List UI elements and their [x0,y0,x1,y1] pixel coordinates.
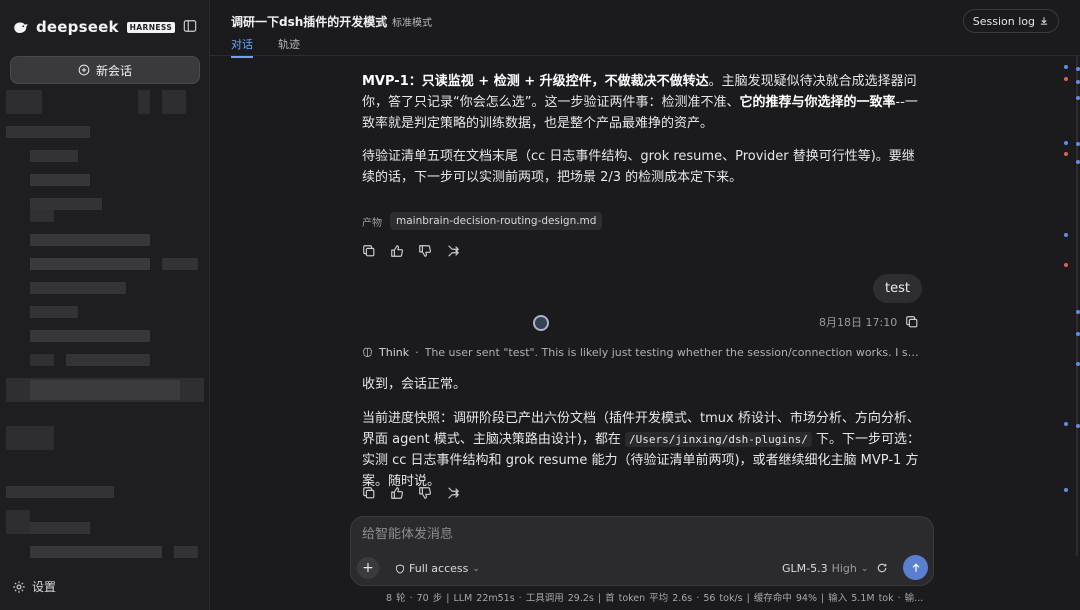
new-chat-label: 新会话 [95,63,132,78]
session-log-label: Session log [972,14,1035,28]
branch-button[interactable] [446,486,460,500]
copy-button[interactable] [362,244,376,258]
thumbs-up-icon [391,487,403,499]
brand-name: deepseek [36,18,119,36]
model-name: GLM-5.3 [782,562,828,575]
gear-icon [13,580,25,593]
thumbs-down-button[interactable] [418,244,432,258]
thumbs-down-icon [419,487,431,499]
plus-circle-icon [78,64,90,76]
thumbs-up-button[interactable] [390,244,404,258]
download-icon [1040,17,1048,25]
thumbs-up-icon [391,245,403,257]
mode-indicator[interactable]: 标准模式 [378,14,432,29]
send-button[interactable] [903,555,928,580]
sidebar-toggle-icon[interactable] [183,19,197,33]
conversation-history-redacted[interactable] [0,88,210,568]
user-copy-button[interactable] [905,315,919,329]
model-level: High [831,562,857,575]
artifact-row: 产物 mainbrain-decision-routing-design.md [362,212,603,230]
brain-icon [362,347,373,358]
mode-label: 标准模式 [392,18,432,29]
user-message-bubble: test [873,274,922,303]
scroll-markers [1060,56,1080,576]
inline-code-path: /Users/jinxing/dsh-plugins/ [625,432,812,447]
rocket-icon [379,16,387,25]
brand[interactable]: deepseek HARNESS [12,18,176,36]
new-chat-button[interactable]: 新会话 [10,56,200,84]
message-actions [362,244,460,258]
refresh-icon[interactable] [876,562,888,574]
think-label: Think [379,346,410,359]
status-bar: 8 轮 · 70 步 | LLM 22m51s · 工具调用 29.2s | 首… [386,593,924,604]
copy-icon [363,487,375,499]
sidebar: deepseek HARNESS 新会话 设置 [0,0,210,610]
access-selector[interactable]: Full access ⌄ [395,562,480,575]
tab-trajectory[interactable]: 轨迹 [278,36,300,56]
thumbs-down-icon [419,245,431,257]
artifact-label: 产物 [362,217,382,229]
session-log-button[interactable]: Session log [962,9,1059,33]
whale-logo-icon [14,22,28,33]
mvp-bold: 只读监视 + 检测 + 升级控件，不做裁决不做转达 [421,74,709,89]
think-text: The user sent "test". This is likely jus… [424,346,922,359]
thumbs-up-button[interactable] [390,486,404,500]
access-label: Full access [409,562,469,575]
copy-button[interactable] [362,486,376,500]
tab-chat[interactable]: 对话 [231,36,253,58]
assistant-message-paragraph-2: 待验证清单五项在文档末尾（cc 日志事件结构、grok resume、Provi… [362,149,915,185]
plus-icon: + [362,560,374,576]
copy-icon [906,316,918,328]
chevron-down-icon: ⌄ [860,563,869,574]
assistant-reply-line-1: 收到，会话正常。 [362,377,467,392]
settings-button[interactable]: 设置 [12,578,56,595]
model-selector[interactable]: GLM-5.3 High ⌄ [782,562,868,575]
artifact-file-chip[interactable]: mainbrain-decision-routing-design.md [390,212,603,230]
attach-button[interactable]: + [357,557,379,579]
arrow-up-icon [912,562,919,572]
branch-icon [448,487,460,499]
assistant-reply-paragraph: 当前进度快照：调研阶段已产出六份文档（插件开发模式、tmux 桥设计、市场分析、… [362,408,922,492]
branch-button[interactable] [446,244,460,258]
message-actions-2 [362,486,460,500]
think-separator: · [415,346,419,359]
page-title: 调研一下dsh插件的开发模式 [231,15,388,29]
think-summary[interactable]: Think · The user sent "test". This is li… [362,346,922,359]
brand-badge: HARNESS [126,21,176,33]
thumbs-down-button[interactable] [418,486,432,500]
mvp-bold-2: 它的推荐与你选择的一致率 [739,95,896,110]
branch-icon [448,245,460,257]
copy-icon [363,245,375,257]
message-composer: + Full access ⌄ GLM-5.3 High ⌄ [350,516,934,586]
user-message-timestamp: 8月18日 17:10 [819,316,898,329]
shield-icon [396,563,404,574]
mvp-prefix: MVP-1： [362,74,422,89]
chevron-down-icon: ⌄ [472,563,480,574]
assistant-message-paragraph: MVP-1：只读监视 + 检测 + 升级控件，不做裁决不做转达。主脑发现疑似待决… [362,71,922,134]
chat-header: 调研一下dsh插件的开发模式 标准模式 对话 轨迹 Session log [210,0,1080,58]
settings-label: 设置 [32,580,57,594]
loading-indicator [533,315,549,331]
message-input[interactable] [362,527,922,542]
